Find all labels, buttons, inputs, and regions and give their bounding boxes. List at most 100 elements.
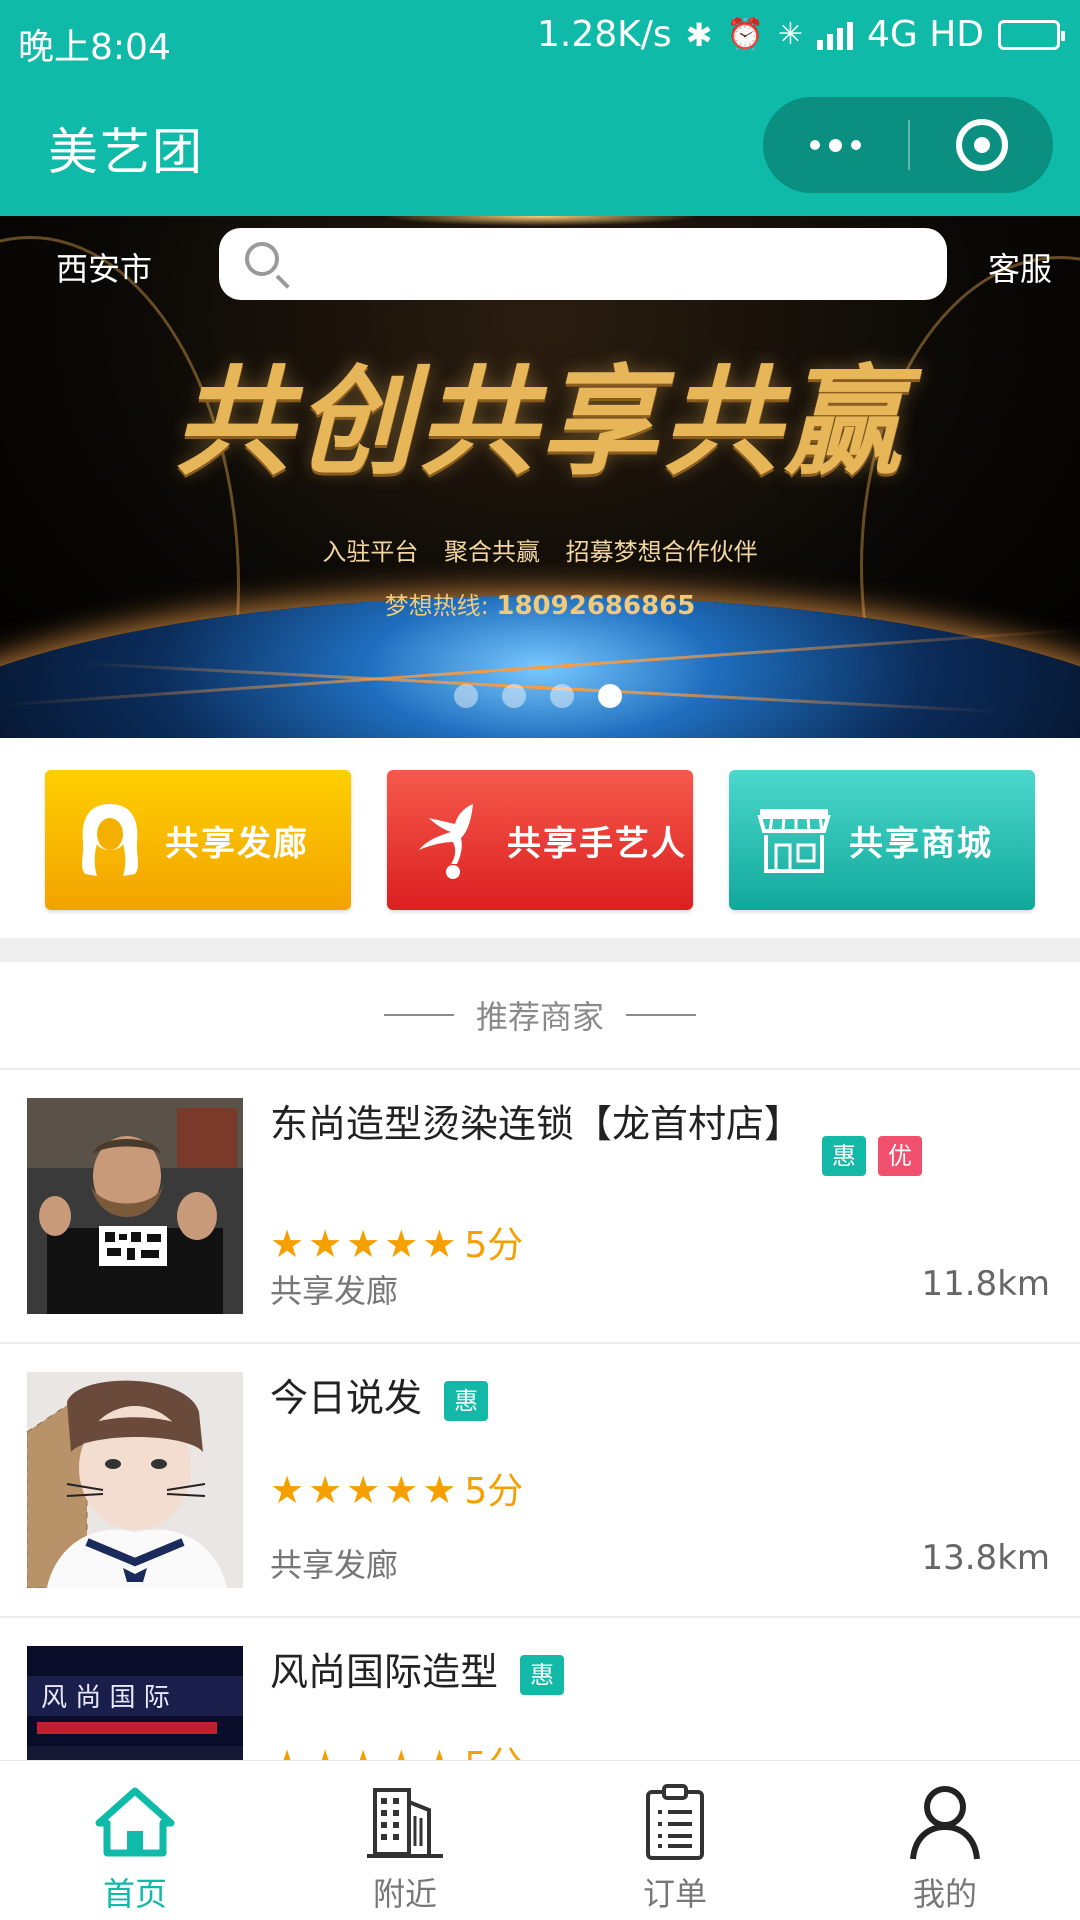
merchant-name-text: 今日说发 <box>270 1376 423 1420</box>
banner-glow <box>380 216 700 226</box>
merchant-row[interactable]: 风 尚 国 际 风尚国际造型 惠 ★★★★★5分 <box>0 1618 1080 1760</box>
storefront-icon <box>749 795 839 885</box>
category-shared-artisan-button[interactable]: 共享手艺人 <box>387 770 693 910</box>
heading-line <box>383 1014 454 1016</box>
more-button[interactable] <box>763 97 908 193</box>
crane-bird-icon <box>407 795 497 885</box>
banner-hotline: 梦想热线: 18092686865 <box>0 586 1080 621</box>
tab-label: 订单 <box>642 1875 707 1913</box>
battery-icon <box>998 19 1065 50</box>
carousel-dot[interactable] <box>502 684 526 708</box>
merchant-name: 今日说发 惠 <box>270 1370 489 1426</box>
buildings-icon <box>360 1779 450 1865</box>
signal-icon <box>816 20 853 50</box>
network-type: 4G HD <box>866 14 984 55</box>
carousel-indicator <box>454 684 622 708</box>
merchant-row[interactable]: 东尚造型烫染连锁【龙首村店】 惠 优 ★★★★★ 5分 共享发廊 11.8km <box>0 1070 1080 1344</box>
search-icon <box>245 242 279 276</box>
merchant-name: 风尚国际造型 惠 <box>270 1644 565 1700</box>
merchant-row[interactable]: 今日说发 惠 ★★★★★ 5分 共享发廊 13.8km <box>0 1344 1080 1618</box>
star-icon: ★ <box>308 1742 346 1760</box>
dot-icon <box>851 140 861 150</box>
tab-label: 我的 <box>912 1875 977 1913</box>
search-box[interactable] <box>219 228 947 300</box>
star-icon: ★ <box>384 1222 423 1266</box>
search-input[interactable] <box>299 228 919 300</box>
dot-icon <box>829 138 842 152</box>
dot-icon <box>810 140 820 150</box>
merchant-thumbnail <box>27 1372 243 1588</box>
tab-orders[interactable]: 订单 <box>540 1761 810 1920</box>
carousel-dot[interactable] <box>454 684 478 708</box>
rating-stars: ★★★★★5分 <box>270 1736 523 1760</box>
discount-tag: 惠 <box>444 1380 489 1421</box>
merchant-name-text: 东尚造型烫染连锁【龙首村店】 <box>270 1102 803 1146</box>
rating-stars: ★★★★★5分 <box>270 1462 523 1514</box>
star-icon: ★ <box>384 1742 422 1760</box>
merchant-list: 东尚造型烫染连锁【龙首村店】 惠 优 ★★★★★5分 共享发廊 11.8km <box>0 1070 1080 1760</box>
tab-nearby[interactable]: 附近 <box>270 1761 540 1920</box>
target-icon <box>955 119 1008 171</box>
star-icon: ★ <box>308 1222 347 1266</box>
carousel-dot[interactable] <box>550 684 574 708</box>
merchant-category: 共享发廊 <box>270 1272 399 1310</box>
city-selector[interactable]: 西安市 <box>56 244 152 290</box>
miniprogram-capsule <box>763 97 1053 193</box>
section-heading: 推荐商家 <box>0 962 1080 1070</box>
customer-service-link[interactable]: 客服 <box>988 244 1052 290</box>
discount-tag: 惠 <box>520 1654 565 1695</box>
bottom-tab-bar: 首页 附近 订单 我的 <box>0 1760 1080 1920</box>
star-icon: ★ <box>346 1742 384 1760</box>
app-header: 晚上8:04 1.28K/s ✱ ⏰ ✳ 4G HD 美艺团 <box>0 0 1080 216</box>
merchant-distance: 11.8km <box>921 1264 1050 1304</box>
rating-stars: ★★★★★5分 <box>270 1216 523 1268</box>
person-icon <box>900 1779 990 1865</box>
hotline-number: 18092686865 <box>496 591 696 621</box>
merchant-name-text: 风尚国际造型 <box>270 1650 499 1694</box>
tab-profile[interactable]: 我的 <box>810 1761 1080 1920</box>
banner-headline: 共创共享共赢 <box>173 352 906 491</box>
category-shared-salon-button[interactable]: 共享发廊 <box>45 770 351 910</box>
rating-score: 5分 <box>464 1471 524 1512</box>
alarm-icon: ⏰ <box>726 17 764 52</box>
category-shared-mall-button[interactable]: 共享商城 <box>729 770 1035 910</box>
promo-banner[interactable]: 西安市 客服 共创共享共赢 入驻平台 聚合共赢 招募梦想合作伙伴 梦想热线: 1… <box>0 216 1080 738</box>
premium-tag: 优 <box>878 1136 922 1176</box>
merchant-category: 共享发廊 <box>270 1546 399 1584</box>
merchant-thumbnail <box>27 1098 243 1314</box>
page-title: 美艺团 <box>48 123 204 181</box>
merchant-thumbnail: 风 尚 国 际 <box>27 1646 243 1760</box>
tab-home[interactable]: 首页 <box>0 1761 270 1920</box>
carousel-dot-active[interactable] <box>598 684 622 708</box>
heading-line <box>626 1014 696 1016</box>
section-title: 推荐商家 <box>475 998 604 1036</box>
bluetooth-icon: ✱ <box>685 15 713 54</box>
sync-icon: ✳ <box>777 17 803 52</box>
star-icon: ★ <box>308 1468 347 1512</box>
category-label: 共享商城 <box>849 823 993 864</box>
tab-label: 附近 <box>372 1875 437 1913</box>
star-icon: ★ <box>422 1468 461 1512</box>
star-icon: ★ <box>270 1468 309 1512</box>
banner-subline: 入驻平台 聚合共赢 招募梦想合作伙伴 <box>322 538 758 566</box>
merchant-name: 东尚造型烫染连锁【龙首村店】 <box>270 1096 802 1152</box>
category-label: 共享发廊 <box>165 823 309 864</box>
star-icon: ★ <box>346 1468 385 1512</box>
section-divider <box>0 938 1080 962</box>
category-bar: 共享发廊 共享手艺人 共享商城 <box>0 738 1080 938</box>
merchant-tags: 惠 优 <box>822 1136 922 1176</box>
hair-icon <box>65 795 155 885</box>
star-icon: ★ <box>422 1742 460 1760</box>
star-icon: ★ <box>270 1742 308 1760</box>
svg-text:风 尚 国 际: 风 尚 国 际 <box>41 1683 170 1713</box>
close-miniprogram-button[interactable] <box>910 97 1053 193</box>
tab-label: 首页 <box>102 1875 167 1913</box>
home-icon <box>90 1779 180 1865</box>
star-icon: ★ <box>422 1222 461 1266</box>
category-label: 共享手艺人 <box>507 823 687 864</box>
status-bar: 晚上8:04 1.28K/s ✱ ⏰ ✳ 4G HD <box>0 0 1080 78</box>
network-speed: 1.28K/s <box>536 14 672 55</box>
status-indicators: 1.28K/s ✱ ⏰ ✳ 4G HD <box>536 14 1065 55</box>
rating-score: 5分 <box>464 1225 524 1266</box>
star-icon: ★ <box>384 1468 423 1512</box>
